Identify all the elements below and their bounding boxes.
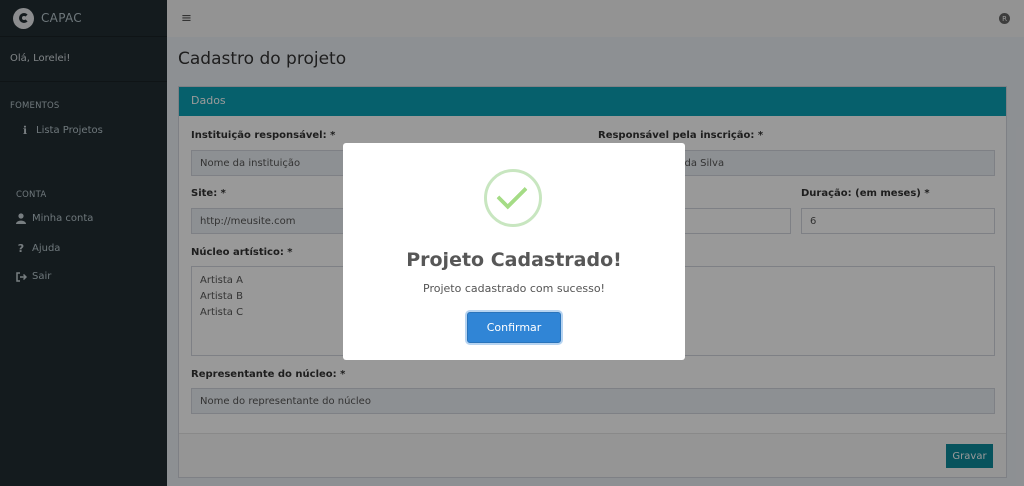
success-modal: Projeto Cadastrado! Projeto cadastrado c… — [343, 143, 685, 360]
modal-title: Projeto Cadastrado! — [406, 249, 622, 271]
modal-text: Projeto cadastrado com sucesso! — [423, 282, 605, 295]
success-check-icon — [484, 169, 542, 227]
confirm-button[interactable]: Confirmar — [467, 312, 561, 343]
